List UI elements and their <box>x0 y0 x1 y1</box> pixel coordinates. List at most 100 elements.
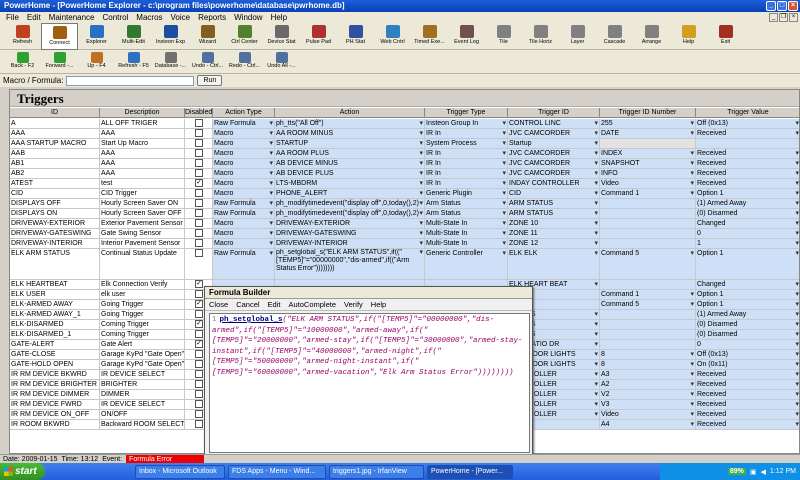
cell-trigger-type[interactable]: Insteon Group In <box>425 119 508 128</box>
cell-trigger-id-number[interactable] <box>600 310 696 319</box>
disabled-checkbox[interactable] <box>195 249 203 257</box>
cell-trigger-value[interactable]: Received <box>696 129 799 138</box>
toolbar-button-timed-exec[interactable]: Timed Exe... <box>411 23 448 50</box>
menu-maintenance[interactable]: Maintenance <box>45 12 99 23</box>
cell-description[interactable]: Coming Trigger <box>100 320 185 329</box>
cell-trigger-value[interactable]: 0 <box>696 340 799 349</box>
run-button[interactable]: Run <box>197 75 223 86</box>
cell-action[interactable]: STARTUP <box>275 139 425 148</box>
cell-trigger-value[interactable]: Option 1 <box>696 189 799 198</box>
cell-trigger-value[interactable]: 0 <box>696 229 799 238</box>
column-header[interactable]: Trigger ID <box>508 108 600 117</box>
cell-trigger-id-number[interactable] <box>600 229 696 238</box>
cell-trigger-id-number[interactable]: 8 <box>600 360 696 369</box>
cell-action-type[interactable]: Macro <box>213 159 275 168</box>
menu-file[interactable]: File <box>2 12 23 23</box>
cell-action-type[interactable]: Macro <box>213 189 275 198</box>
taskbar-item-irfanview[interactable]: triggers1.jpg - IrfanView <box>329 464 424 479</box>
toolbar-button-tile-horizontal[interactable]: Tile Horiz <box>522 23 559 50</box>
cell-description[interactable]: Continual Status Update <box>100 249 185 279</box>
cell-disabled[interactable] <box>185 169 213 178</box>
table-row[interactable]: DISPLAYS OFF Hourly Screen Saver ON Raw Fo… <box>10 199 799 209</box>
toolbar-button-tile[interactable]: Tile <box>485 23 522 50</box>
disabled-checkbox[interactable] <box>195 239 203 247</box>
toolbar-button-control-center[interactable]: Ctrl Center <box>226 23 263 50</box>
toolbar-button-refresh[interactable]: Refresh <box>4 23 41 50</box>
cell-trigger-type[interactable]: Arm Status <box>425 209 508 218</box>
column-header[interactable]: Disabled <box>185 108 213 117</box>
cell-action-type[interactable]: Macro <box>213 149 275 158</box>
nav-button-forward[interactable]: Forward -... <box>41 50 78 74</box>
mdi-close-button[interactable]: × <box>789 13 798 22</box>
table-row[interactable]: AB2AAA MacroAB DEVICE PLUSIR InJVC CAMCOR… <box>10 169 799 179</box>
cell-trigger-id[interactable]: ZONE 11 <box>508 229 600 238</box>
cell-disabled[interactable] <box>185 159 213 168</box>
table-row[interactable]: AALL OFF TRIGER Raw Formulaph_tts("All Of… <box>10 119 799 129</box>
cell-disabled[interactable] <box>185 219 213 228</box>
disabled-checkbox[interactable] <box>195 129 203 137</box>
cell-trigger-value[interactable]: Changed <box>696 280 799 289</box>
dialog-menu-edit[interactable]: Edit <box>268 299 281 310</box>
cell-action-type[interactable]: Macro <box>213 219 275 228</box>
menu-macros[interactable]: Macros <box>132 12 166 23</box>
cell-trigger-type[interactable]: Multi-State In <box>425 239 508 248</box>
cell-action[interactable]: DRIVEWAY-GATESWING <box>275 229 425 238</box>
table-row[interactable]: DISPLAYS ON Hourly Screen Saver OFF Raw Fo… <box>10 209 799 219</box>
disabled-checkbox[interactable] <box>195 400 203 408</box>
toolbar-button-event-log[interactable]: Event Log <box>448 23 485 50</box>
cell-trigger-id-number[interactable]: DATE <box>600 129 696 138</box>
cell-trigger-id[interactable]: JVC CAMCORDER <box>508 129 600 138</box>
cell-trigger-value[interactable]: On (0x11) <box>696 360 799 369</box>
cell-description[interactable]: CID Trigger <box>100 189 185 198</box>
dialog-menu-close[interactable]: Close <box>209 299 228 310</box>
cell-description[interactable]: Going Trigger <box>100 310 185 319</box>
cell-disabled[interactable] <box>185 129 213 138</box>
cell-action[interactable]: PHONE_ALERT <box>275 189 425 198</box>
cell-description[interactable]: Elk Connection Verify <box>100 280 185 289</box>
toolbar-button-help[interactable]: Help <box>670 23 707 50</box>
table-row[interactable]: DRIVEWAY-EXTERIOR Exterior Pavement Senso… <box>10 219 799 229</box>
dialog-menu-cancel[interactable]: Cancel <box>236 299 259 310</box>
toolbar-button-arrange[interactable]: Arrange <box>633 23 670 50</box>
cell-trigger-value[interactable]: Option 1 <box>696 290 799 299</box>
cell-trigger-value[interactable]: 1 <box>696 239 799 248</box>
cell-trigger-value[interactable]: Off (0x13) <box>696 350 799 359</box>
dialog-menu-verify[interactable]: Verify <box>344 299 363 310</box>
cell-trigger-type[interactable]: Multi-State In <box>425 229 508 238</box>
column-header[interactable]: Trigger Type <box>425 108 508 117</box>
cell-disabled[interactable] <box>185 229 213 238</box>
cell-description[interactable]: Coming Trigger <box>100 330 185 339</box>
cell-description[interactable]: Garage KyPd "Gate Open" <box>100 360 185 369</box>
table-row[interactable]: DRIVEWAY-GATESWING Gate Swing Sensor Macro… <box>10 229 799 239</box>
close-button[interactable]: × <box>788 1 798 11</box>
cell-trigger-type[interactable]: IR In <box>425 179 508 188</box>
cell-trigger-id-number[interactable]: 8 <box>600 350 696 359</box>
cell-action[interactable]: ph_modifytimedevent("display off",0,toda… <box>275 199 425 208</box>
toolbar-button-wizard[interactable]: Wizard <box>189 23 226 50</box>
column-header[interactable]: Trigger ID Number <box>600 108 696 117</box>
column-header[interactable]: Action Type <box>213 108 275 117</box>
cell-trigger-value[interactable]: Received <box>696 400 799 409</box>
disabled-checkbox[interactable]: ✓ <box>195 179 203 187</box>
cell-action-type[interactable]: Macro <box>213 139 275 148</box>
disabled-checkbox[interactable] <box>195 350 203 358</box>
cell-description[interactable]: Garage KyPd "Gate Open" <box>100 350 185 359</box>
cell-action-type[interactable]: Raw Formula <box>213 249 275 279</box>
disabled-checkbox[interactable]: ✓ <box>195 300 203 308</box>
cell-description[interactable]: AAA <box>100 159 185 168</box>
cell-description[interactable]: IR DEVICE SELECT <box>100 370 185 379</box>
toolbar-button-cascade[interactable]: Cascade <box>596 23 633 50</box>
toolbar-button-ph-stat[interactable]: PH Stat <box>337 23 374 50</box>
cell-description[interactable]: ON/OFF <box>100 410 185 419</box>
table-row[interactable]: AAA STARTUP MACROStart Up Macro MacroSTAR… <box>10 139 799 149</box>
toolbar-button-multi-edit[interactable]: Multi-Edit <box>115 23 152 50</box>
cell-description[interactable]: AAA <box>100 129 185 138</box>
cell-trigger-id-number[interactable] <box>600 320 696 329</box>
disabled-checkbox[interactable] <box>195 149 203 157</box>
cell-trigger-value[interactable]: (0) Disarmed <box>696 330 799 339</box>
disabled-checkbox[interactable] <box>195 380 203 388</box>
cell-trigger-type[interactable]: Generic Plugin <box>425 189 508 198</box>
dialog-menu-help[interactable]: Help <box>371 299 386 310</box>
disabled-checkbox[interactable] <box>195 390 203 398</box>
column-header[interactable]: Action <box>275 108 425 117</box>
